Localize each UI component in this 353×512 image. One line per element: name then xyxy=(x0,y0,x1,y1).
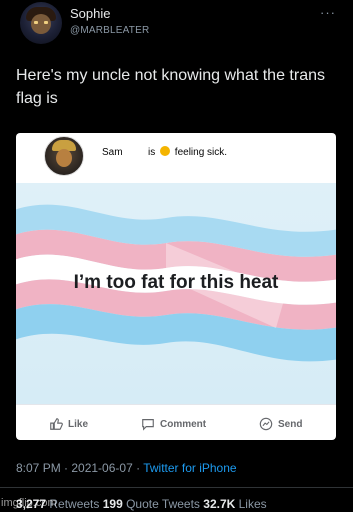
messenger-icon xyxy=(259,417,273,431)
like-label: Like xyxy=(68,418,89,430)
likes-label[interactable]: Likes xyxy=(235,497,267,511)
quotes-label[interactable]: Quote Tweets xyxy=(123,497,204,511)
thumbs-up-icon xyxy=(50,418,63,430)
status-text: feeling sick. xyxy=(174,147,228,158)
post-author-name: Sam xyxy=(102,147,123,158)
more-options-icon[interactable]: ··· xyxy=(320,5,336,20)
embedded-facebook-post[interactable]: Sam is feeling sick. I’m too fat for thi… xyxy=(16,133,336,440)
post-actions-bar: Like Comment Send xyxy=(16,404,336,440)
author-name[interactable]: Sophie xyxy=(70,6,110,21)
like-button[interactable]: Like xyxy=(49,417,88,431)
tweet-text: Here's my uncle not knowing what the tra… xyxy=(16,67,325,107)
comment-icon xyxy=(142,419,154,431)
trans-flag-background: I’m too fat for this heat xyxy=(16,183,336,404)
quotes-count[interactable]: 199 xyxy=(103,497,123,511)
post-author-avatar xyxy=(44,136,84,176)
timestamp-text[interactable]: 8:07 PM · 2021-06-07 · xyxy=(16,461,143,475)
status-prefix: is xyxy=(148,147,156,158)
post-caption: I’m too fat for this heat xyxy=(73,272,279,293)
comment-label: Comment xyxy=(160,418,207,430)
likes-count[interactable]: 32.7K xyxy=(203,497,235,511)
send-label: Send xyxy=(278,418,303,430)
author-handle[interactable]: @MARBLEATER xyxy=(70,25,149,36)
divider xyxy=(0,487,353,488)
post-status: is feeling sick. xyxy=(148,146,227,158)
comment-button[interactable]: Comment xyxy=(141,417,206,431)
tweet-timestamp: 8:07 PM · 2021-06-07 · Twitter for iPhon… xyxy=(16,461,237,475)
sick-emoji-icon xyxy=(160,146,171,156)
source-link[interactable]: Twitter for iPhone xyxy=(143,461,236,475)
watermark: imgflip.com xyxy=(1,497,57,509)
author-avatar[interactable] xyxy=(20,2,62,44)
send-button[interactable]: Send xyxy=(259,417,302,431)
